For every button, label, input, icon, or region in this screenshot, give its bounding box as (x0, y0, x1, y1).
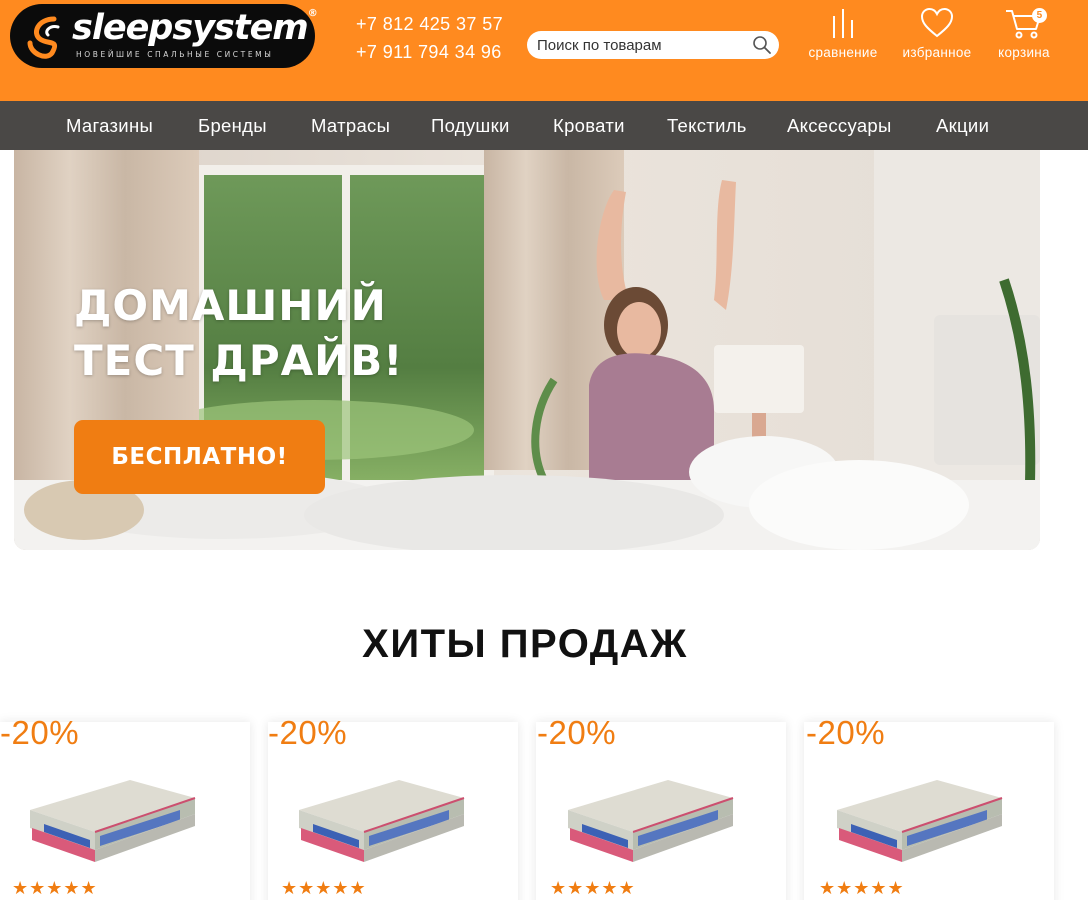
compare-label: сравнение (808, 45, 878, 60)
mattress-image[interactable] (289, 770, 469, 880)
site-logo[interactable]: sleepsystem® НОВЕЙШИЕ СПАЛЬНЫЕ СИСТЕМЫ (10, 4, 318, 68)
nav-item-sales[interactable]: Акции (936, 115, 989, 137)
banner-title: ДОМАШНИЙ ТЕСТ ДРАЙВ! (74, 281, 404, 385)
nav-item-accessories[interactable]: Аксессуары (787, 115, 892, 137)
mattress-image[interactable] (827, 770, 1007, 880)
nav-item-mattresses[interactable]: Матрасы (311, 115, 390, 137)
search-icon (753, 36, 771, 54)
mattress-image[interactable] (20, 770, 200, 880)
heart-icon (920, 7, 954, 38)
favorites-link[interactable]: избранное (894, 6, 980, 60)
nav-item-textile[interactable]: Текстиль (667, 115, 747, 137)
phone-link-1[interactable]: +7 812 425 37 57 (356, 10, 503, 38)
cart-count-badge: 5 (1032, 8, 1047, 23)
discount-badge: -20% (268, 714, 348, 751)
compare-icon (833, 9, 853, 38)
phone-link-2[interactable]: +7 911 794 34 96 (356, 38, 503, 66)
nav-item-stores[interactable]: Магазины (66, 115, 153, 137)
logo-swirl-icon (27, 16, 60, 59)
discount-badge: -20% (537, 714, 617, 751)
compare-link[interactable]: сравнение (800, 6, 886, 60)
favorites-label: избранное (902, 45, 972, 60)
nav-item-pillows[interactable]: Подушки (431, 115, 510, 137)
promo-banner[interactable]: ДОМАШНИЙ ТЕСТ ДРАЙВ! БЕСПЛАТНО! (14, 150, 1040, 550)
search-box (527, 31, 779, 59)
rating-stars: ★★★★★ (12, 878, 98, 898)
rating-stars: ★★★★★ (819, 878, 905, 898)
rating-stars: ★★★★★ (281, 878, 367, 898)
search-button[interactable] (751, 34, 773, 56)
nav-item-beds[interactable]: Кровати (553, 115, 625, 137)
cart-link[interactable]: 5 корзина (988, 6, 1060, 60)
discount-badge: -20% (0, 714, 80, 751)
logo-tagline: НОВЕЙШИЕ СПАЛЬНЫЕ СИСТЕМЫ (76, 50, 274, 59)
site-header: sleepsystem® НОВЕЙШИЕ СПАЛЬНЫЕ СИСТЕМЫ +… (0, 0, 1088, 101)
phone-numbers: +7 812 425 37 57 +7 911 794 34 96 (356, 10, 503, 66)
banner-free-button[interactable]: БЕСПЛАТНО! (74, 420, 325, 494)
main-nav: Магазины Бренды Матрасы Подушки Кровати … (0, 101, 1088, 150)
nav-item-brands[interactable]: Бренды (198, 115, 267, 137)
rating-stars: ★★★★★ (550, 878, 636, 898)
cart-label: корзина (998, 45, 1050, 60)
mattress-image[interactable] (558, 770, 738, 880)
logo-wordmark: sleepsystem® (72, 8, 318, 48)
bestsellers-title: ХИТЫ ПРОДАЖ (362, 622, 688, 666)
discount-badge: -20% (806, 714, 886, 751)
search-input[interactable] (537, 35, 742, 55)
